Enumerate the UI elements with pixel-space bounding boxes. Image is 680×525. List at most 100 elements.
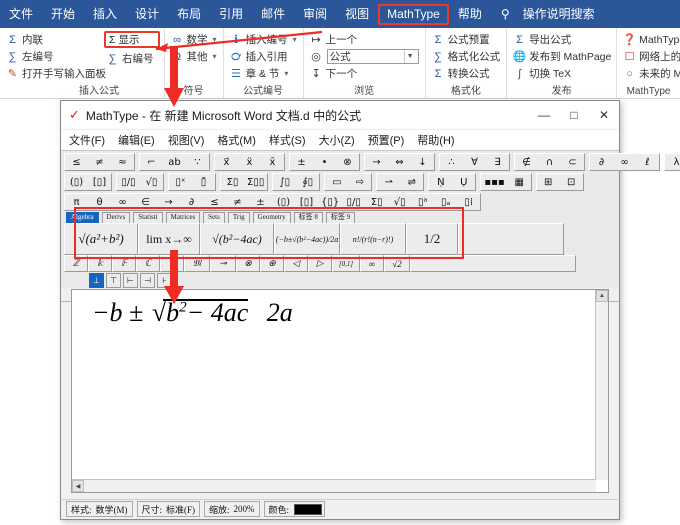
ribbon-item-inline[interactable]: Σ 内联 [4, 31, 96, 48]
symbol-button[interactable]: ↓ [411, 154, 434, 170]
ribbon-item-left-numbered[interactable]: ∑ 左编号 [4, 48, 96, 65]
template-button[interactable]: ⇀ [377, 174, 400, 190]
template-group-fences[interactable]: (▯) [▯] [64, 173, 112, 191]
template-button[interactable]: Ụ [452, 174, 475, 190]
menu-preferences[interactable]: 预置(P) [368, 132, 405, 148]
symbol-button[interactable]: ⇔ [388, 154, 411, 170]
align-equals-button[interactable]: ⊣ [140, 272, 155, 288]
tell-me-search[interactable]: 操作说明搜索 [514, 4, 604, 25]
symbol-button[interactable]: ∩ [538, 154, 561, 170]
symbol-button[interactable]: ≤ [65, 154, 88, 170]
mathtype-titlebar[interactable]: ✓ MathType - 在 新建 Microsoft Word 文档.d 中的… [61, 101, 619, 130]
template-group-matrix[interactable]: ▪▪▪ ▦ [480, 173, 532, 191]
symbol-button[interactable]: ∉ [515, 154, 538, 170]
template-button[interactable]: [▯] [88, 174, 111, 190]
template-button[interactable]: ∫▯ [273, 174, 296, 190]
symbol-button[interactable]: ± [290, 154, 313, 170]
ribbon-item-equation-preferences[interactable]: Σ 公式预置 [430, 31, 503, 48]
menu-view[interactable]: 视图(V) [168, 132, 205, 148]
ribbon-item-browse-target[interactable]: ◎ 公式 ▼ [308, 48, 421, 65]
ribbon-item-right-numbered[interactable]: ∑ 右编号 [104, 50, 160, 67]
menu-help[interactable]: 帮助(H) [417, 132, 454, 148]
symbol-group-sets[interactable]: ∉ ∩ ⊂ [514, 153, 585, 171]
word-tab-view[interactable]: 视图 [336, 4, 378, 25]
symbol-button[interactable]: ≠ [88, 154, 111, 170]
word-tab-file[interactable]: 文件 [0, 4, 42, 25]
scroll-up-button[interactable]: ▲ [596, 290, 608, 302]
minimize-button[interactable]: — [529, 102, 559, 129]
template-empty-slot[interactable] [458, 223, 564, 255]
word-ribbon-tabs[interactable]: 文件 开始 插入 设计 布局 引用 邮件 审阅 视图 MathType 帮助 ⚲… [0, 0, 680, 28]
ribbon-item-display[interactable]: Σ 显示 [104, 31, 160, 48]
equation-editing-canvas[interactable]: −b ± √ b2− 4ac 2a ▲ ◀ [71, 289, 609, 493]
align-right-button[interactable]: ⊢ [123, 272, 138, 288]
symbol-group-spaces[interactable]: ⌐ ab ∵ [139, 153, 210, 171]
menu-style[interactable]: 样式(S) [269, 132, 306, 148]
symbol-button[interactable]: ∂ [590, 154, 613, 170]
symbol-group-embellishments[interactable]: x⃗ ẍ x̄ [214, 153, 285, 171]
template-button[interactable]: ▯ˣ [169, 174, 192, 190]
ribbon-item-toggle-tex[interactable]: ∫ 切换 TeX [511, 65, 612, 82]
template-button[interactable]: Ṇ [429, 174, 452, 190]
template-button[interactable]: ▪▪▪ [481, 174, 507, 190]
template-button[interactable]: ⊞ [537, 174, 560, 190]
ribbon-item-mathtype-web[interactable]: ☐ 网络上的 Ma [621, 48, 680, 65]
symbol-button[interactable]: ẍ [238, 154, 261, 170]
symbol-button[interactable]: ∀ [463, 154, 486, 170]
template-button[interactable]: ⇌ [400, 174, 423, 190]
chevron-down-icon[interactable]: ▼ [403, 50, 416, 63]
ribbon-item-other[interactable]: Ω 其他 ▾ [169, 48, 219, 65]
symbol-button[interactable]: ∵ [186, 154, 209, 170]
symbol-group-arrows[interactable]: → ⇔ ↓ [364, 153, 435, 171]
ribbon-item-insert-reference[interactable]: ℺ 插入引用 [228, 48, 299, 65]
ribbon-item-math[interactable]: ∞ 数学 ▾ [169, 31, 219, 48]
ribbon-item-previous[interactable]: ↦ 上一个 [308, 31, 421, 48]
ribbon-item-mathtype-help[interactable]: ❓ MathType 帮 [621, 31, 680, 48]
template-button[interactable]: √▯ [140, 174, 163, 190]
status-zoom[interactable]: 缩放: 200% [204, 501, 260, 517]
template-button[interactable]: ⊡ [560, 174, 583, 190]
menu-file[interactable]: 文件(F) [69, 132, 105, 148]
symbol-button[interactable]: → [365, 154, 388, 170]
template-button[interactable]: Σ▯▯ [244, 174, 267, 190]
word-tab-home[interactable]: 开始 [42, 4, 84, 25]
template-button[interactable]: ▦ [508, 174, 531, 190]
template-group-labeled-arrows[interactable]: ⇀ ⇌ [376, 173, 425, 191]
symbol-group-logic[interactable]: ∴ ∀ ∃ [439, 153, 510, 171]
template-group-summation[interactable]: Σ▯ Σ▯▯ [220, 173, 269, 191]
word-tab-insert[interactable]: 插入 [84, 4, 126, 25]
status-style[interactable]: 样式: 数学(M) [66, 501, 133, 517]
status-color[interactable]: 颜色: [263, 501, 326, 517]
quadratic-formula-equation[interactable]: −b ± √ b2− 4ac 2a [86, 298, 299, 328]
template-group-underover[interactable]: Ṇ Ụ [428, 173, 477, 191]
template-button[interactable]: ▯̄ [192, 174, 215, 190]
ribbon-item-export-equations[interactable]: Σ 导出公式 [511, 31, 612, 48]
template-group-fraction-radical[interactable]: ▯/▯ √▯ [116, 173, 164, 191]
ribbon-item-convert-equations[interactable]: Σ 转换公式 [430, 65, 503, 82]
word-tab-design[interactable]: 设计 [126, 4, 168, 25]
horizontal-scrollbar[interactable]: ◀ [72, 479, 596, 492]
template-button[interactable]: ▭ [325, 174, 348, 190]
symbol-button[interactable]: λ [665, 154, 680, 170]
browse-target-combo[interactable]: 公式 ▼ [326, 49, 419, 64]
align-decimal-button[interactable]: ⊦ [157, 272, 172, 288]
symbol-button[interactable]: ∃ [486, 154, 509, 170]
window-controls[interactable]: — □ ✕ [529, 102, 619, 129]
symbol-button[interactable]: ≈ [111, 154, 134, 170]
symbol-button[interactable]: ⊗ [336, 154, 359, 170]
close-button[interactable]: ✕ [589, 102, 619, 129]
symbol-button[interactable]: ab [163, 154, 186, 170]
symbol-button[interactable]: x̄ [261, 154, 284, 170]
symbol-button[interactable]: ℓ [636, 154, 659, 170]
template-group-subsuper[interactable]: ▯ˣ ▯̄ [168, 173, 216, 191]
symbol-group-greek-lower[interactable]: λ ω θ [664, 153, 680, 171]
symbol-button[interactable]: ⊂ [561, 154, 584, 170]
menu-size[interactable]: 大小(Z) [319, 132, 355, 148]
alignment-toolbar[interactable]: ⊥ ⊤ ⊢ ⊣ ⊦ [61, 272, 619, 288]
symbol-button[interactable]: ∞ [613, 154, 636, 170]
word-tab-mathtype[interactable]: MathType [378, 3, 449, 25]
ribbon-item-format-equations[interactable]: ∑ 格式化公式 [430, 48, 503, 65]
template-group-overbar[interactable]: ▭ ⇨ [324, 173, 373, 191]
vertical-scrollbar[interactable]: ▲ [595, 290, 608, 480]
status-size[interactable]: 尺寸: 标准(F) [136, 501, 201, 517]
